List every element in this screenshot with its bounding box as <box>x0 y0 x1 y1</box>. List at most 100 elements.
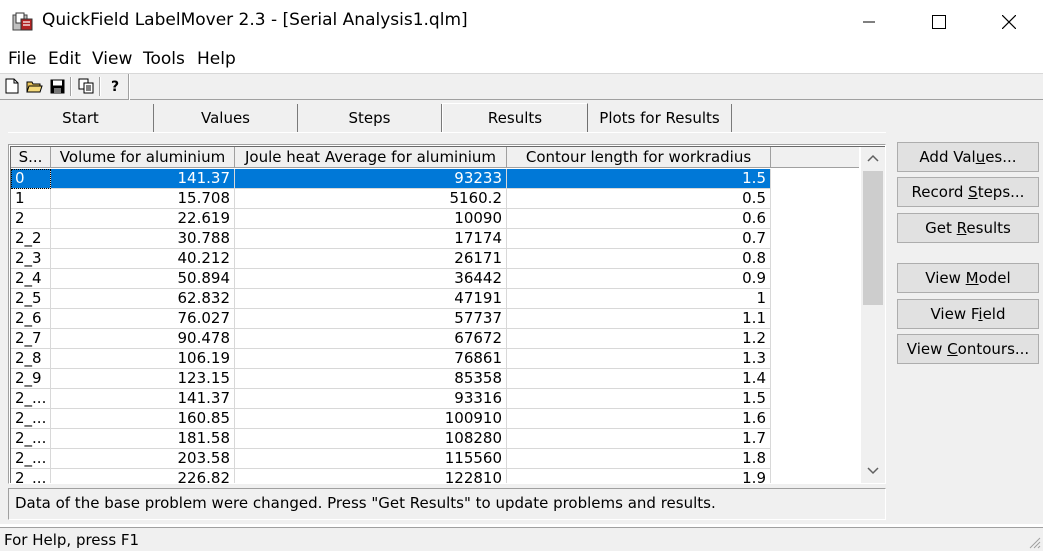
vertical-scrollbar[interactable] <box>861 147 885 483</box>
table-row[interactable]: 2_9 123.15 85358 1.4 <box>11 369 859 389</box>
table-row[interactable]: 2 22.619 10090 0.6 <box>11 209 859 229</box>
maximize-button[interactable] <box>904 0 974 44</box>
cell-joule-heat[interactable]: 85358 <box>235 369 507 389</box>
cell-volume[interactable]: 62.832 <box>51 289 235 309</box>
cell-volume[interactable]: 141.37 <box>51 389 235 409</box>
cell-volume[interactable]: 203.58 <box>51 449 235 469</box>
menu-tools[interactable]: Tools <box>143 49 185 69</box>
cell-step[interactable]: 1 <box>11 189 51 209</box>
table-row[interactable]: 1 15.708 5160.2 0.5 <box>11 189 859 209</box>
help-icon[interactable]: ? <box>106 77 124 95</box>
cell-volume[interactable]: 15.708 <box>51 189 235 209</box>
cell-step[interactable]: 2_3 <box>11 249 51 269</box>
tab-plots-for-results[interactable]: Plots for Results <box>588 104 732 132</box>
cell-volume[interactable]: 141.37 <box>51 169 235 189</box>
get-results-button[interactable]: Get Results <box>897 213 1039 243</box>
table-row[interactable]: 2_8 106.19 76861 1.3 <box>11 349 859 369</box>
scroll-down-button[interactable] <box>861 460 885 482</box>
table-row[interactable]: 2_2 30.788 17174 0.7 <box>11 229 859 249</box>
menu-view[interactable]: View <box>92 49 132 69</box>
cell-volume[interactable]: 30.788 <box>51 229 235 249</box>
table-row[interactable]: 2_... 160.85 100910 1.6 <box>11 409 859 429</box>
cell-step[interactable]: 2_9 <box>11 369 51 389</box>
cell-joule-heat[interactable]: 67672 <box>235 329 507 349</box>
cell-volume[interactable]: 226.82 <box>51 469 235 483</box>
table-row[interactable]: 2_... 181.58 108280 1.7 <box>11 429 859 449</box>
cell-contour-length[interactable]: 1.9 <box>507 469 771 483</box>
view-model-button[interactable]: View Model <box>897 263 1039 293</box>
open-folder-icon[interactable] <box>25 77 43 95</box>
table-row[interactable]: 2_... 141.37 93316 1.5 <box>11 389 859 409</box>
cell-step[interactable]: 2_8 <box>11 349 51 369</box>
tab-steps[interactable]: Steps <box>298 104 442 132</box>
cell-joule-heat[interactable]: 36442 <box>235 269 507 289</box>
cell-contour-length[interactable]: 1.5 <box>507 389 771 409</box>
table-row[interactable]: 2_5 62.832 47191 1 <box>11 289 859 309</box>
menu-help[interactable]: Help <box>197 49 236 69</box>
cell-contour-length[interactable]: 0.6 <box>507 209 771 229</box>
cell-contour-length[interactable]: 1 <box>507 289 771 309</box>
scroll-thumb[interactable] <box>863 171 883 305</box>
view-contours-button[interactable]: View Contours... <box>897 334 1039 364</box>
cell-contour-length[interactable]: 1.8 <box>507 449 771 469</box>
cell-joule-heat[interactable]: 17174 <box>235 229 507 249</box>
cell-joule-heat[interactable]: 100910 <box>235 409 507 429</box>
menu-file[interactable]: File <box>8 49 36 69</box>
cell-joule-heat[interactable]: 122810 <box>235 469 507 483</box>
cell-joule-heat[interactable]: 10090 <box>235 209 507 229</box>
cell-volume[interactable]: 22.619 <box>51 209 235 229</box>
cell-volume[interactable]: 160.85 <box>51 409 235 429</box>
cell-joule-heat[interactable]: 76861 <box>235 349 507 369</box>
cell-step[interactable]: 2_5 <box>11 289 51 309</box>
cell-volume[interactable]: 76.027 <box>51 309 235 329</box>
cell-contour-length[interactable]: 1.3 <box>507 349 771 369</box>
column-header-volume[interactable]: Volume for aluminium <box>51 147 235 168</box>
table-row[interactable]: 2_6 76.027 57737 1.1 <box>11 309 859 329</box>
cell-contour-length[interactable]: 0.5 <box>507 189 771 209</box>
column-header-contour-length[interactable]: Contour length for workradius <box>507 147 771 168</box>
cell-step[interactable]: 2 <box>11 209 51 229</box>
cell-contour-length[interactable]: 1.6 <box>507 409 771 429</box>
cell-contour-length[interactable]: 0.8 <box>507 249 771 269</box>
cell-step[interactable]: 2_... <box>11 389 51 409</box>
record-steps-button[interactable]: Record Steps... <box>897 177 1039 207</box>
menu-edit[interactable]: Edit <box>48 49 81 69</box>
cell-step[interactable]: 2_... <box>11 449 51 469</box>
save-icon[interactable] <box>48 77 66 95</box>
cell-contour-length[interactable]: 0.9 <box>507 269 771 289</box>
tab-values[interactable]: Values <box>154 104 298 132</box>
cell-joule-heat[interactable]: 108280 <box>235 429 507 449</box>
cell-joule-heat[interactable]: 93233 <box>235 169 507 189</box>
column-header-joule-heat[interactable]: Joule heat Average for aluminium <box>235 147 507 168</box>
cell-volume[interactable]: 181.58 <box>51 429 235 449</box>
cell-volume[interactable]: 106.19 <box>51 349 235 369</box>
table-row[interactable]: 2_7 90.478 67672 1.2 <box>11 329 859 349</box>
table-row[interactable]: 2_... 226.82 122810 1.9 <box>11 469 859 483</box>
scroll-up-button[interactable] <box>861 147 885 169</box>
cell-contour-length[interactable]: 0.7 <box>507 229 771 249</box>
cell-step[interactable]: 2_... <box>11 469 51 483</box>
cell-step[interactable]: 2_... <box>11 429 51 449</box>
table-row[interactable]: 2_3 40.212 26171 0.8 <box>11 249 859 269</box>
minimize-button[interactable] <box>834 0 904 44</box>
cell-volume[interactable]: 90.478 <box>51 329 235 349</box>
cell-contour-length[interactable]: 1.4 <box>507 369 771 389</box>
tab-results[interactable]: Results <box>442 103 588 132</box>
cell-contour-length[interactable]: 1.5 <box>507 169 771 189</box>
resize-grip-icon[interactable] <box>1027 535 1041 549</box>
table-row[interactable]: 0 141.37 93233 1.5 <box>11 169 859 189</box>
cell-contour-length[interactable]: 1.2 <box>507 329 771 349</box>
cell-step[interactable]: 2_... <box>11 409 51 429</box>
add-values-button[interactable]: Add Values... <box>897 142 1039 172</box>
cell-joule-heat[interactable]: 57737 <box>235 309 507 329</box>
cell-joule-heat[interactable]: 26171 <box>235 249 507 269</box>
copy-icon[interactable] <box>77 77 95 95</box>
cell-step[interactable]: 0 <box>11 169 51 189</box>
cell-joule-heat[interactable]: 5160.2 <box>235 189 507 209</box>
cell-volume[interactable]: 40.212 <box>51 249 235 269</box>
tab-start[interactable]: Start <box>8 104 154 132</box>
cell-joule-heat[interactable]: 47191 <box>235 289 507 309</box>
view-field-button[interactable]: View Field <box>897 299 1039 329</box>
table-row[interactable]: 2_... 203.58 115560 1.8 <box>11 449 859 469</box>
cell-contour-length[interactable]: 1.1 <box>507 309 771 329</box>
